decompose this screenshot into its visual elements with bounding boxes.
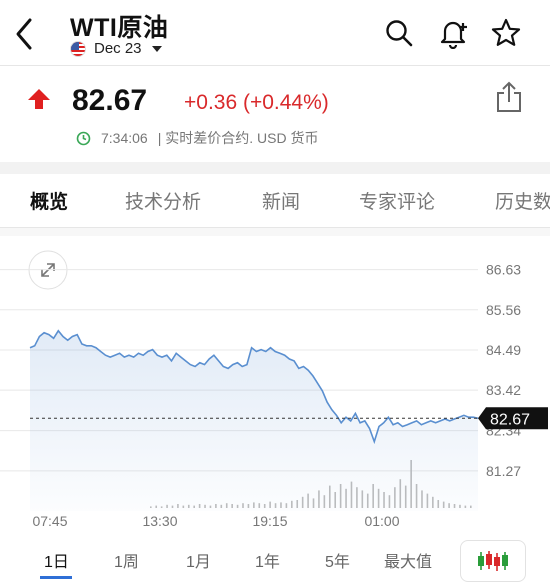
y-tick-label: 84.49	[486, 342, 521, 358]
current-price-label: 82.67	[490, 411, 530, 428]
range-1d[interactable]: 1日	[44, 548, 69, 572]
share-icon	[497, 81, 521, 112]
chart-svg: 86.6385.5684.4983.4282.3481.2782.6707:45…	[0, 250, 548, 529]
candlestick-toggle-button[interactable]	[460, 540, 526, 582]
y-tick-label: 81.27	[486, 463, 521, 479]
candlestick-icon	[478, 551, 508, 571]
y-tick-label: 85.56	[486, 302, 521, 318]
us-flag-icon	[70, 40, 86, 57]
y-tick-label: 86.63	[486, 262, 521, 278]
range-1m[interactable]: 1月	[186, 548, 211, 572]
quote-panel: 82.67 +0.36 (+0.44%) 7:34:06 | 实时差价合约. U…	[0, 66, 550, 162]
favorite-button[interactable]	[489, 16, 523, 50]
contract-label: Dec 23	[94, 40, 142, 57]
back-button[interactable]	[8, 14, 40, 54]
x-tick-label: 07:45	[32, 513, 67, 529]
add-alert-button[interactable]	[436, 16, 470, 50]
quote-meta: 7:34:06 | 实时差价合约. USD 货币	[76, 128, 318, 148]
instrument-title: WTI原油	[70, 14, 169, 42]
search-icon	[386, 20, 413, 47]
range-1y[interactable]: 1年	[255, 548, 280, 572]
contract-selector[interactable]: Dec 23	[70, 40, 162, 57]
range-selector: 1日 1周 1月 1年 5年 最大值	[0, 536, 550, 585]
x-tick-label: 19:15	[252, 513, 287, 529]
last-price: 82.67	[72, 84, 148, 117]
tab-technical[interactable]: 技术分析	[125, 187, 201, 214]
section-divider	[0, 162, 550, 174]
price-area	[30, 330, 478, 511]
range-1w[interactable]: 1周	[114, 548, 139, 572]
price-change: +0.36 (+0.44%)	[184, 91, 329, 114]
arrow-up-icon	[28, 89, 50, 109]
tab-overview[interactable]: 概览	[30, 187, 68, 214]
quote-time: 7:34:06	[101, 130, 148, 146]
section-divider	[0, 228, 550, 236]
price-chart[interactable]: 86.63 85.56 84.49 83.42 82.34 81.27 82.67 07:45…	[0, 236, 550, 536]
range-max[interactable]: 最大值	[384, 548, 432, 572]
tab-news[interactable]: 新闻	[262, 187, 300, 214]
x-tick-label: 01:00	[364, 513, 399, 529]
tab-bar: 概览 技术分析 新闻 专家评论 历史数	[0, 174, 550, 228]
app-header: WTI原油 Dec 23	[0, 0, 550, 66]
clock-icon	[76, 131, 91, 145]
x-tick-label: 13:30	[142, 513, 177, 529]
search-button[interactable]	[382, 16, 416, 50]
caret-down-icon	[151, 45, 162, 52]
star-icon	[491, 18, 521, 46]
tab-analysis[interactable]: 专家评论	[359, 187, 435, 214]
active-range-indicator	[40, 576, 72, 579]
bell-plus-icon	[440, 21, 467, 49]
share-button[interactable]	[494, 80, 526, 116]
chevron-left-icon	[16, 18, 32, 50]
range-5y[interactable]: 5年	[325, 548, 350, 572]
y-tick-label: 83.42	[486, 382, 521, 398]
tab-history[interactable]: 历史数	[495, 187, 550, 214]
quote-status: | 实时差价合约. USD 货币	[157, 130, 319, 146]
